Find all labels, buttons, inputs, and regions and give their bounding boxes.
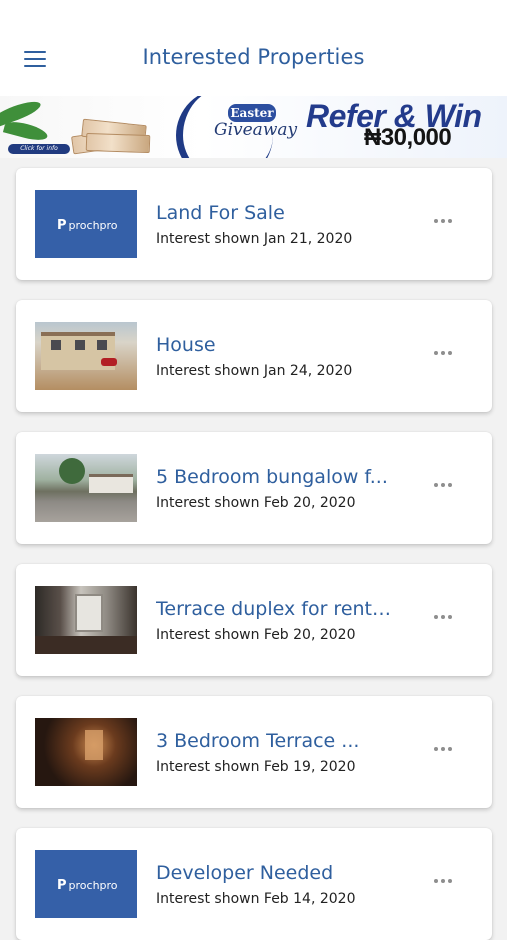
more-options-icon[interactable]: [430, 346, 456, 360]
property-card[interactable]: Pprochpro Land For Sale Interest shown J…: [16, 168, 492, 280]
property-thumbnail: Pprochpro: [35, 850, 137, 918]
page-title: Interested Properties: [142, 45, 365, 69]
more-options-icon[interactable]: [430, 214, 456, 228]
click-for-info-label[interactable]: Click for info: [8, 144, 70, 154]
interest-date: Interest shown Feb 20, 2020: [156, 627, 356, 643]
giveaway-text: Giveaway: [214, 120, 298, 140]
interest-date: Interest shown Feb 19, 2020: [156, 759, 356, 775]
property-title: 3 Bedroom Terrace ...: [156, 730, 360, 752]
property-card[interactable]: 5 Bedroom bungalow f... Interest shown F…: [16, 432, 492, 544]
prochpro-logo-icon: Pprochpro: [57, 878, 118, 893]
interest-date: Interest shown Feb 14, 2020: [156, 891, 356, 907]
property-title: House: [156, 334, 216, 356]
property-card[interactable]: House Interest shown Jan 24, 2020: [16, 300, 492, 412]
property-card[interactable]: Pprochpro Developer Needed Interest show…: [16, 828, 492, 940]
more-options-icon[interactable]: [430, 478, 456, 492]
cash-stack-image: [71, 114, 151, 155]
interest-date: Interest shown Jan 24, 2020: [156, 363, 353, 379]
more-options-icon[interactable]: [430, 610, 456, 624]
property-thumbnail: Pprochpro: [35, 190, 137, 258]
interest-date: Interest shown Jan 21, 2020: [156, 231, 353, 247]
property-title: 5 Bedroom bungalow f...: [156, 466, 388, 488]
property-card[interactable]: Terrace duplex for rent ... Interest sho…: [16, 564, 492, 676]
leaf-decoration: [2, 118, 50, 144]
promo-banner[interactable]: Click for info Easter Giveaway Refer & W…: [0, 96, 507, 158]
property-title: Land For Sale: [156, 202, 285, 224]
more-options-icon[interactable]: [430, 874, 456, 888]
more-options-icon[interactable]: [430, 742, 456, 756]
property-thumbnail: [35, 322, 137, 390]
property-thumbnail: [35, 718, 137, 786]
property-title: Developer Needed: [156, 862, 334, 884]
prize-amount: ₦30,000: [364, 124, 452, 151]
interest-date: Interest shown Feb 20, 2020: [156, 495, 356, 511]
property-thumbnail: [35, 586, 137, 654]
property-title: Terrace duplex for rent ...: [156, 598, 396, 620]
property-thumbnail: [35, 454, 137, 522]
prochpro-logo-icon: Pprochpro: [57, 218, 118, 233]
app-header: Interested Properties: [0, 0, 507, 96]
property-card[interactable]: 3 Bedroom Terrace ... Interest shown Feb…: [16, 696, 492, 808]
